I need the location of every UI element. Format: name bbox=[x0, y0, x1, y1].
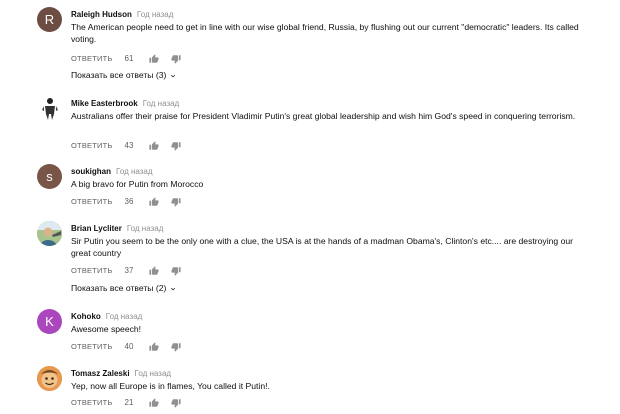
comment-header: Raleigh Hudson Год назад bbox=[71, 7, 591, 19]
like-count: 61 bbox=[124, 54, 134, 63]
like-count: 43 bbox=[124, 141, 134, 150]
comment-time[interactable]: Год назад bbox=[143, 99, 180, 108]
comment-text: The American people need to get in line … bbox=[71, 22, 579, 44]
comment-actions: ОТВЕТИТЬ 36 bbox=[71, 196, 181, 208]
reply-button[interactable]: ОТВЕТИТЬ bbox=[71, 265, 113, 277]
thumb-down-icon[interactable] bbox=[170, 398, 181, 408]
comment-author[interactable]: soukighan bbox=[71, 167, 111, 176]
comment-time[interactable]: Год назад bbox=[106, 312, 143, 321]
comment-author[interactable]: Kohoko bbox=[71, 312, 101, 321]
like-count: 40 bbox=[124, 342, 134, 351]
comment-actions: ОТВЕТИТЬ 61 bbox=[71, 53, 181, 65]
show-replies-label: Показать все ответы (2) bbox=[71, 283, 167, 293]
chevron-down-icon bbox=[169, 284, 177, 292]
comment-text: Sir Putin you seem to be the only one wi… bbox=[71, 236, 573, 258]
thumb-down-icon[interactable] bbox=[170, 197, 181, 207]
comment-actions: ОТВЕТИТЬ 37 bbox=[71, 265, 181, 277]
comment-body: Brian Lycliter Год назад Sir Putin you se… bbox=[71, 221, 591, 276]
avatar[interactable]: s bbox=[37, 164, 62, 189]
comment-text: Awesome speech! bbox=[71, 324, 142, 334]
avatar-letter: R bbox=[44, 12, 55, 27]
comment-actions: ОТВЕТИТЬ 43 bbox=[71, 140, 181, 152]
comment-author[interactable]: Brian Lycliter bbox=[71, 224, 122, 233]
comment-item: K Kohoko Год назад Awesome speech! ОТВЕТИ… bbox=[0, 309, 620, 357]
thumb-up-icon[interactable] bbox=[148, 342, 159, 352]
comment-header: Brian Lycliter Год назад bbox=[71, 221, 591, 233]
comment-actions: ОТВЕТИТЬ 21 bbox=[71, 397, 181, 409]
reply-button[interactable]: ОТВЕТИТЬ bbox=[71, 53, 113, 65]
comment-text: A big bravo for Putin from Morocco bbox=[71, 179, 204, 189]
like-count: 21 bbox=[124, 398, 134, 407]
thumb-up-icon[interactable] bbox=[148, 54, 159, 64]
comment-item: Tomasz Zaleski Год назад Yep, now all Eur… bbox=[0, 366, 620, 412]
reply-button[interactable]: ОТВЕТИТЬ bbox=[71, 397, 113, 409]
thumb-up-icon[interactable] bbox=[148, 398, 159, 408]
avatar[interactable] bbox=[40, 96, 60, 121]
comment-time[interactable]: Год назад bbox=[116, 167, 153, 176]
comment-body: Raleigh Hudson Год назад The American peo… bbox=[71, 7, 591, 64]
comment-text: Australians offer their praise for Presi… bbox=[71, 111, 576, 121]
reply-button[interactable]: ОТВЕТИТЬ bbox=[71, 140, 113, 152]
comment-time[interactable]: Год назад bbox=[127, 224, 164, 233]
avatar-letter: K bbox=[45, 314, 54, 329]
comment-author[interactable]: Raleigh Hudson bbox=[71, 10, 132, 19]
comment-header: soukighan Год назад bbox=[71, 164, 591, 176]
comment-header: Tomasz Zaleski Год назад bbox=[71, 366, 591, 378]
comment-author[interactable]: Mike Easterbrook bbox=[71, 99, 138, 108]
thumb-up-icon[interactable] bbox=[148, 197, 159, 207]
avatar[interactable]: R bbox=[37, 7, 62, 32]
comment-body: Mike Easterbrook Год назад Australians of… bbox=[71, 96, 591, 151]
comment-body: Kohoko Год назад Awesome speech! ОТВЕТИТЬ… bbox=[71, 309, 591, 352]
comment-header: Mike Easterbrook Год назад bbox=[71, 96, 591, 108]
chevron-down-icon bbox=[169, 71, 177, 79]
comment-item: s soukighan Год назад A big bravo for Put… bbox=[0, 164, 620, 212]
comment-author[interactable]: Tomasz Zaleski bbox=[71, 369, 130, 378]
avatar[interactable] bbox=[37, 221, 62, 246]
like-count: 37 bbox=[124, 266, 134, 275]
like-count: 36 bbox=[124, 197, 134, 206]
thumb-down-icon[interactable] bbox=[170, 266, 181, 276]
thumb-up-icon[interactable] bbox=[148, 266, 159, 276]
reply-button[interactable]: ОТВЕТИТЬ bbox=[71, 341, 113, 353]
comment-text: Yep, now all Europe is in flames, You ca… bbox=[71, 381, 270, 391]
comment-actions: ОТВЕТИТЬ 40 bbox=[71, 341, 181, 353]
comment-item: Brian Lycliter Год назад Sir Putin you se… bbox=[0, 221, 620, 297]
comment-item: Mike Easterbrook Год назад Australians of… bbox=[0, 96, 620, 156]
avatar-letter: s bbox=[46, 169, 53, 184]
comment-time[interactable]: Год назад bbox=[135, 369, 172, 378]
comment-time[interactable]: Год назад bbox=[137, 10, 174, 19]
show-replies-label: Показать все ответы (3) bbox=[71, 70, 167, 80]
thumb-up-icon[interactable] bbox=[148, 141, 159, 151]
thumb-down-icon[interactable] bbox=[170, 54, 181, 64]
thumb-down-icon[interactable] bbox=[170, 141, 181, 151]
comment-header: Kohoko Год назад bbox=[71, 309, 591, 321]
avatar[interactable]: K bbox=[37, 309, 62, 334]
comment-body: Tomasz Zaleski Год назад Yep, now all Eur… bbox=[71, 366, 591, 408]
show-replies-button[interactable]: Показать все ответы (3) bbox=[71, 69, 177, 81]
comment-item: R Raleigh Hudson Год назад The American p… bbox=[0, 7, 620, 87]
show-replies-button[interactable]: Показать все ответы (2) bbox=[71, 282, 177, 294]
reply-button[interactable]: ОТВЕТИТЬ bbox=[71, 196, 113, 208]
avatar[interactable] bbox=[37, 366, 62, 391]
thumb-down-icon[interactable] bbox=[170, 342, 181, 352]
comment-body: soukighan Год назад A big bravo for Putin… bbox=[71, 164, 591, 207]
